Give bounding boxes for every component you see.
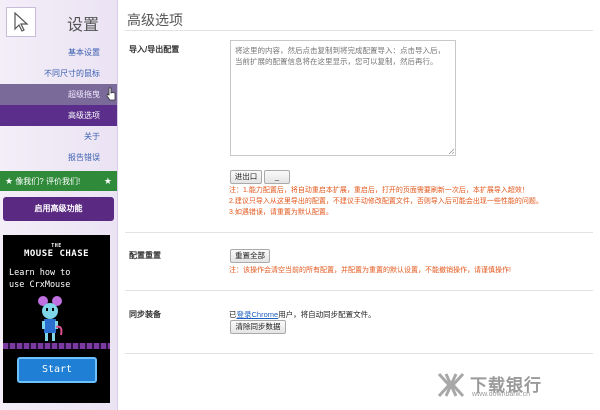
- config-textarea[interactable]: [230, 40, 456, 156]
- sidebar-item-mouse-sizes[interactable]: 不同尺寸的鼠标: [0, 63, 117, 84]
- ad-start-button[interactable]: Start: [17, 357, 97, 383]
- watermark-logo-icon: [437, 372, 465, 398]
- cursor-logo-icon: [14, 12, 29, 32]
- sidebar-item-basic-settings[interactable]: 基本设置: [0, 42, 117, 63]
- page-title: 高级选项: [127, 12, 183, 28]
- enable-pro-button[interactable]: 启用高级功能: [3, 197, 114, 221]
- import-warning-3: 3.如遇错误，请重置为默认配置。: [229, 209, 333, 216]
- ad-title: THE MOUSE CHASE: [23, 243, 90, 259]
- sync-label: 同步装备: [129, 310, 161, 319]
- app-logo: [6, 7, 36, 37]
- ad-floor: [3, 343, 110, 349]
- sidebar-menu: 基本设置 不同尺寸的鼠标 超级拖曳 高级选项 关于 报告错误: [0, 42, 117, 168]
- title-divider: [125, 30, 593, 31]
- clear-sync-button[interactable]: 清除同步数据: [230, 320, 286, 334]
- section-divider: [125, 232, 593, 233]
- sidebar-item-report-bug[interactable]: 报告错误: [0, 147, 117, 168]
- section-divider: [125, 353, 593, 354]
- login-chrome-link[interactable]: 登录Chrome: [237, 310, 279, 319]
- export-button[interactable]: _: [264, 170, 290, 184]
- reset-warning: 注：该操作会清空当前的所有配置，并配置为重置的默认设置，不能撤销操作，请谨慎操作…: [229, 267, 511, 274]
- star-icon: ★: [103, 176, 112, 186]
- rate-us-bar[interactable]: ★ 像我们? 评价我们! ★: [0, 171, 117, 191]
- sidebar-item-label: 超级拖曳: [68, 90, 100, 99]
- watermark-url: www.downbank.cn: [472, 391, 530, 398]
- sidebar-title: 设置: [66, 17, 99, 34]
- reset-label: 配置重置: [129, 251, 161, 260]
- sidebar-header: 设置: [0, 0, 117, 38]
- sidebar-item-super-drag[interactable]: 超级拖曳: [0, 84, 117, 105]
- main-content: 高级选项 导入/导出配置 进出口 _ 注：1.能力配置后，将自动重启本扩展，重启…: [118, 0, 600, 410]
- reset-all-button[interactable]: 重置全部: [230, 249, 270, 263]
- ad-text: Learn how to use CrxMouse: [9, 268, 71, 290]
- sidebar-item-advanced-options[interactable]: 高级选项: [0, 105, 117, 126]
- sidebar-item-about[interactable]: 关于: [0, 126, 117, 147]
- sync-note: 已登录Chrome用户，将自动同步配置文件。: [229, 310, 376, 319]
- mouse-character-icon: [38, 296, 63, 341]
- rate-us-label: 像我们? 评价我们!: [15, 177, 81, 186]
- sidebar: 设置 基本设置 不同尺寸的鼠标 超级拖曳 高级选项 关于 报告错误 ★ 像我们?…: [0, 0, 118, 410]
- import-warning-1: 注：1.能力配置后，将自动重启本扩展，重启后，打开的页面需要刷新一次后，本扩展导…: [229, 187, 529, 194]
- hand-cursor-icon: [106, 87, 116, 101]
- mouse-chase-ad[interactable]: THE MOUSE CHASE Learn how to use CrxMous…: [3, 235, 110, 403]
- import-export-label: 导入/导出配置: [129, 45, 180, 54]
- section-divider: [125, 290, 593, 291]
- import-button[interactable]: 进出口: [230, 170, 262, 184]
- star-icon: ★: [5, 176, 14, 186]
- resize-grip-icon[interactable]: [448, 148, 455, 155]
- watermark: 下载银行 www.downbank.cn: [436, 371, 586, 403]
- import-warning-2: 2.建议只导入从这里导出的配置，不建议手动修改配置文件，否则导入后可能会出现一些…: [229, 198, 543, 205]
